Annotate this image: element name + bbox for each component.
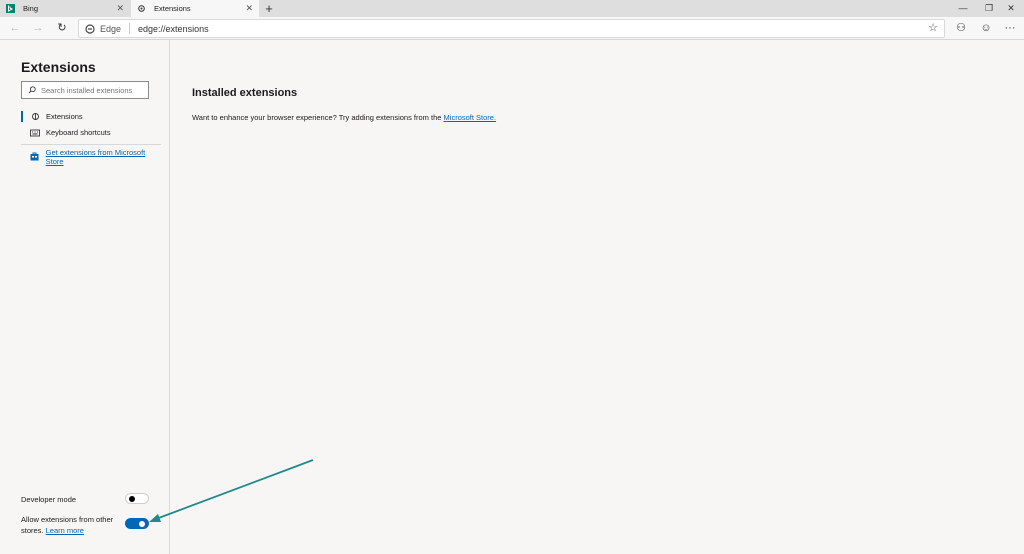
address-divider bbox=[129, 23, 131, 34]
get-extensions-link[interactable]: Get extensions from Microsoft Store bbox=[21, 148, 161, 166]
developer-mode-label: Developer mode bbox=[21, 495, 77, 504]
sidebar-item-extensions[interactable]: Extensions bbox=[21, 110, 161, 123]
page-title: Installed extensions bbox=[192, 87, 298, 99]
puzzle-icon bbox=[30, 112, 40, 122]
refresh-button[interactable]: ↻ bbox=[54, 20, 70, 36]
store-prompt-text: Want to enhance your browser experience?… bbox=[192, 113, 444, 122]
selection-indicator bbox=[21, 111, 23, 122]
allow-other-stores-toggle[interactable] bbox=[125, 518, 149, 529]
learn-more-link[interactable]: Learn more bbox=[46, 526, 84, 535]
close-tab-icon[interactable]: ✕ bbox=[245, 3, 253, 14]
toolbar: ← → ↻ Edge edge://extensions ☆ ⚇ ☺ ··· bbox=[0, 17, 1024, 40]
gear-icon bbox=[137, 4, 146, 13]
emoji-feedback-icon[interactable]: ☺ bbox=[977, 20, 995, 37]
microsoft-store-link[interactable]: Microsoft Store. bbox=[444, 113, 497, 122]
settings-menu-icon[interactable]: ··· bbox=[1001, 20, 1019, 37]
search-box[interactable] bbox=[21, 81, 149, 99]
allow-other-stores-label: Allow extensions from other stores. Lear… bbox=[21, 514, 121, 536]
bing-icon bbox=[6, 4, 15, 13]
sidebar-item-label: Keyboard shortcuts bbox=[46, 128, 111, 137]
site-label: Edge bbox=[100, 23, 122, 34]
back-button[interactable]: ← bbox=[7, 20, 23, 36]
favorite-star-icon[interactable]: ☆ bbox=[928, 21, 938, 34]
minimize-button[interactable]: — bbox=[950, 0, 976, 17]
sidebar-title: Extensions bbox=[21, 59, 96, 75]
tab-extensions[interactable]: Extensions ✕ bbox=[131, 0, 259, 17]
store-link-text[interactable]: Get extensions from Microsoft Store bbox=[46, 148, 161, 166]
search-input[interactable] bbox=[41, 85, 141, 95]
store-prompt: Want to enhance your browser experience?… bbox=[192, 113, 496, 122]
address-bar[interactable]: Edge edge://extensions ☆ bbox=[78, 19, 945, 38]
tab-title: Extensions bbox=[154, 4, 191, 13]
new-tab-button[interactable]: + bbox=[262, 0, 276, 17]
forward-button[interactable]: → bbox=[30, 20, 46, 36]
store-icon bbox=[30, 152, 40, 162]
edge-icon bbox=[85, 23, 95, 34]
toggle-knob bbox=[139, 520, 145, 527]
close-window-button[interactable]: ✕ bbox=[998, 0, 1024, 17]
url-text[interactable]: edge://extensions bbox=[138, 24, 209, 34]
sidebar-item-label: Extensions bbox=[46, 112, 83, 121]
sidebar: Extensions Extensions Keyboard shortcuts… bbox=[0, 40, 170, 554]
main-content: Installed extensions Want to enhance you… bbox=[171, 40, 1024, 554]
tab-title: Bing bbox=[23, 4, 39, 13]
sidebar-divider bbox=[21, 144, 161, 145]
profile-icon[interactable]: ⚇ bbox=[952, 20, 970, 37]
keyboard-icon bbox=[30, 128, 40, 138]
tab-bing[interactable]: Bing ✕ bbox=[0, 0, 130, 17]
close-tab-icon[interactable]: ✕ bbox=[116, 3, 124, 14]
tab-strip: Bing ✕ Extensions ✕ + — ❐ ✕ bbox=[0, 0, 1024, 17]
search-icon bbox=[28, 86, 36, 94]
developer-mode-toggle[interactable] bbox=[125, 493, 149, 504]
sidebar-item-keyboard-shortcuts[interactable]: Keyboard shortcuts bbox=[21, 126, 161, 139]
toggle-knob bbox=[129, 496, 135, 502]
